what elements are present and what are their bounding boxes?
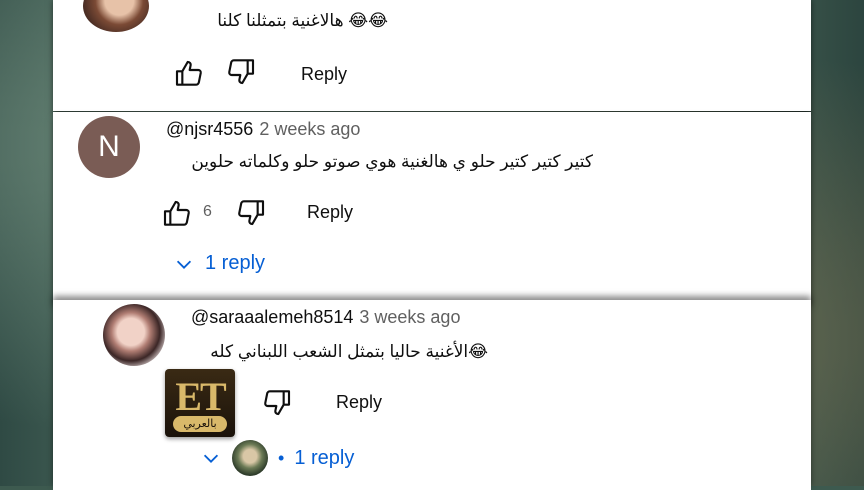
avatar[interactable] xyxy=(103,304,165,366)
chevron-down-icon xyxy=(176,260,192,269)
avatar[interactable] xyxy=(83,0,149,32)
view-replies-button[interactable]: 1 reply xyxy=(173,252,265,275)
comment-text: 😂الأغنية حاليا بتمثل الشعب اللبناني كله xyxy=(210,342,488,361)
comment-card-2: N @njsr4556 2 weeks ago كتير كتير كتير حل… xyxy=(53,112,811,300)
reply-author-avatar xyxy=(232,440,268,476)
like-count: 6 xyxy=(203,203,212,220)
comment-header: @saraaalemeh8514 3 weeks ago xyxy=(191,307,460,328)
thumbs-up-icon[interactable] xyxy=(173,58,205,90)
comment-card-1: 😂😂 هالاغنية بتمثلنا كلنا Reply xyxy=(53,0,811,111)
separator-dot: • xyxy=(278,447,285,468)
et-logo: ET بالعربي xyxy=(165,369,235,437)
avatar[interactable]: N xyxy=(78,116,140,178)
comment-text: كتير كتير كتير حلو ي هالغنية هوي صوتو حل… xyxy=(191,152,593,171)
comment-timestamp[interactable]: 3 weeks ago xyxy=(359,307,460,327)
comment-text: 😂😂 هالاغنية بتمثلنا كلنا xyxy=(217,11,388,30)
et-logo-subtitle: بالعربي xyxy=(173,416,227,432)
thumbs-down-icon[interactable] xyxy=(235,196,267,228)
reply-button[interactable]: Reply xyxy=(307,202,353,223)
comment-header: @njsr4556 2 weeks ago xyxy=(166,119,360,140)
author-handle[interactable]: @njsr4556 xyxy=(166,119,253,139)
chevron-down-icon xyxy=(203,454,219,463)
replies-label: 1 reply xyxy=(294,446,355,469)
et-logo-text: ET xyxy=(175,374,226,419)
comment-timestamp[interactable]: 2 weeks ago xyxy=(259,119,360,139)
reply-button[interactable]: Reply xyxy=(336,392,382,413)
reply-button[interactable]: Reply xyxy=(301,64,347,85)
thumbs-down-icon[interactable] xyxy=(225,55,257,87)
replies-label: 1 reply xyxy=(205,252,266,274)
thumbs-down-icon[interactable] xyxy=(261,386,293,418)
thumbs-up-icon[interactable] xyxy=(161,198,193,230)
author-handle[interactable]: @saraaalemeh8514 xyxy=(191,307,353,327)
view-replies-button[interactable]: • 1 reply xyxy=(200,440,354,476)
